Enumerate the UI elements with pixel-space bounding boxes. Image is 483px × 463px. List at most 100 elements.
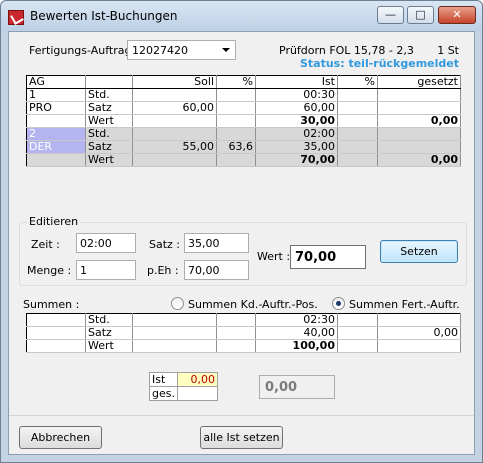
fa-select[interactable]: 12027420	[127, 40, 236, 60]
cell-ag: PRO	[26, 101, 86, 115]
cell-type: Wert	[85, 153, 133, 167]
peh-input[interactable]: 70,00	[184, 260, 249, 280]
cell-ag	[26, 114, 86, 128]
cell-soll	[132, 88, 217, 102]
cell-gesetzt	[377, 88, 461, 102]
setzen-button[interactable]: Setzen	[380, 240, 458, 263]
cell-ist-pct	[337, 101, 378, 115]
table-row: Wert 100,00	[26, 339, 461, 353]
cell-soll-pct	[216, 114, 256, 128]
table-row[interactable]: PRO Satz 60,00 60,00	[26, 101, 461, 115]
footer-divider	[9, 415, 474, 416]
cell-soll-pct	[216, 88, 256, 102]
radio-summen-fert-label[interactable]: Summen Fert.-Auftr.	[349, 298, 460, 311]
cell-ist-pct	[337, 114, 378, 128]
cell-ist: 30,00	[255, 114, 338, 128]
maximize-button[interactable]: □	[407, 6, 434, 24]
close-button[interactable]: ✕	[438, 6, 476, 24]
cell-ist: 100,00	[255, 339, 338, 353]
col-header-soll-pct: %	[216, 75, 256, 89]
wert-input[interactable]: 70,00	[290, 245, 366, 269]
cell-type: Wert	[85, 114, 133, 128]
cell-ist: 02:00	[255, 127, 338, 141]
cancel-button[interactable]: Abbrechen	[19, 426, 102, 449]
col-header-ist-pct: %	[337, 75, 378, 89]
cancel-button-label: Abbrechen	[30, 431, 91, 444]
col-header-soll: Soll	[132, 75, 217, 89]
cell-soll	[132, 153, 217, 167]
table-row: Std. 02:30	[26, 313, 461, 327]
cell-ist-pct	[337, 88, 378, 102]
cell-gesetzt: 0,00	[377, 153, 461, 167]
cell-type: Satz	[85, 140, 133, 154]
title-bar[interactable]: Bewerten Ist-Buchungen — □ ✕	[1, 1, 482, 31]
menge-input[interactable]: 1	[76, 260, 136, 280]
cell-gesetzt: 0,00	[377, 326, 461, 340]
cell-ist-pct	[337, 153, 378, 167]
minimize-button[interactable]: —	[377, 6, 404, 24]
col-header-ag: AG	[26, 75, 86, 89]
fa-select-value: 12027420	[132, 44, 188, 57]
cell-ist: 02:30	[255, 313, 338, 327]
table-row-selected[interactable]: DER Satz 55,00 63,6 35,00	[26, 140, 461, 154]
cell-gesetzt	[377, 101, 461, 115]
window-title: Bewerten Ist-Buchungen	[30, 9, 178, 23]
cell-soll-pct	[216, 153, 256, 167]
cell-ist: 70,00	[255, 153, 338, 167]
satz-input[interactable]: 35,00	[184, 233, 249, 253]
fa-label: Fertigungs-Auftrag :	[29, 44, 139, 57]
col-header-gesetzt: gesetzt	[377, 75, 461, 89]
app-icon	[8, 10, 24, 25]
cell-ist: 60,00	[255, 101, 338, 115]
cell-soll: 60,00	[132, 101, 217, 115]
cell-soll-pct	[216, 101, 256, 115]
cell-ist: 35,00	[255, 140, 338, 154]
zeit-label: Zeit :	[31, 238, 60, 251]
menge-label: Menge :	[27, 264, 72, 277]
peh-label: p.Eh :	[147, 264, 179, 277]
cell-ist-pct	[337, 140, 378, 154]
table-row: Satz 40,00 0,00	[26, 326, 461, 340]
ist-total-field: 0,00	[259, 375, 335, 399]
cell-type: Std.	[85, 88, 133, 102]
part-description: Prüfdorn FOL 15,78 - 2,3	[279, 44, 414, 57]
table-header-row: AG Soll % Ist % gesetzt	[26, 75, 461, 89]
radio-summen-fert[interactable]	[332, 297, 345, 310]
ist-value[interactable]: 0,00	[177, 372, 218, 387]
col-header-type	[85, 75, 133, 89]
cell-type: Satz	[85, 326, 133, 340]
cell-gesetzt	[377, 313, 461, 327]
cell-soll	[132, 127, 217, 141]
table-row[interactable]: 1 Std. 00:30	[26, 88, 461, 102]
summen-label: Summen :	[23, 298, 80, 311]
cell-soll	[132, 114, 217, 128]
radio-summen-kd[interactable]	[171, 297, 184, 310]
zeit-input[interactable]: 02:00	[76, 233, 136, 253]
summen-table: Std. 02:30 Satz 40,00 0,00 Wert 100,00	[26, 313, 461, 353]
table-row-selected[interactable]: Wert 70,00 0,00	[26, 153, 461, 167]
cell-gesetzt	[377, 140, 461, 154]
dialog-client-area: Fertigungs-Auftrag : 12027420 Prüfdorn F…	[8, 31, 475, 455]
cell-ist: 40,00	[255, 326, 338, 340]
cell-ist-pct	[337, 127, 378, 141]
cell-type: Satz	[85, 101, 133, 115]
ges-value[interactable]	[177, 386, 218, 401]
cell-gesetzt: 0,00	[377, 114, 461, 128]
status-text: Status: teil-rückgemeldet	[299, 57, 459, 70]
edit-group-title: Editieren	[27, 215, 81, 228]
table-row[interactable]: Wert 30,00 0,00	[26, 114, 461, 128]
ist-buchungen-table[interactable]: AG Soll % Ist % gesetzt 1 Std. 00:30 PRO…	[26, 75, 461, 167]
dialog-window: Bewerten Ist-Buchungen — □ ✕ Fertigungs-…	[0, 0, 483, 463]
quantity: 1 St	[437, 44, 459, 57]
wert-label: Wert :	[257, 250, 291, 263]
cell-gesetzt	[377, 127, 461, 141]
table-row-selected[interactable]: 2 Std. 02:00	[26, 127, 461, 141]
cell-ag: DER	[26, 140, 86, 154]
radio-summen-kd-label[interactable]: Summen Kd.-Auftr.-Pos.	[188, 298, 318, 311]
set-all-ist-button[interactable]: alle Ist setzen	[200, 426, 283, 449]
cell-soll: 55,00	[132, 140, 217, 154]
ist-label: Ist	[149, 372, 178, 387]
cell-ag: 2	[26, 127, 86, 141]
chevron-down-icon	[222, 48, 230, 52]
cell-ag	[26, 153, 86, 167]
